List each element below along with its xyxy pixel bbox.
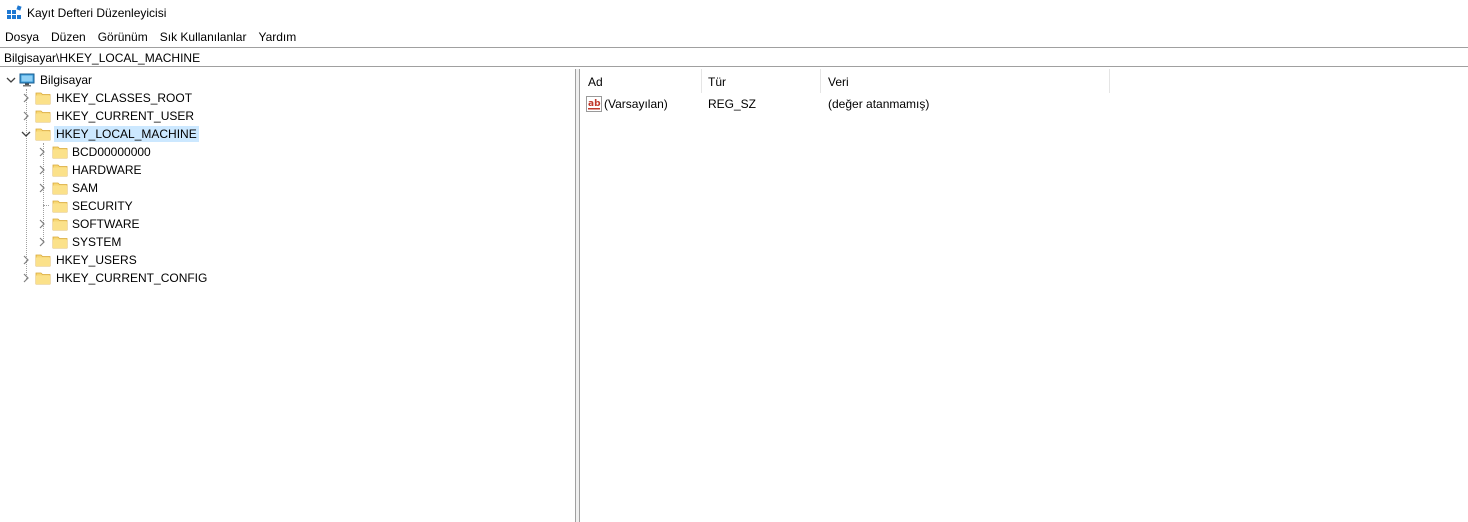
tree-label-hardware: HARDWARE (72, 163, 142, 177)
folder-icon (52, 218, 68, 231)
menu-dosya[interactable]: Dosya (0, 28, 46, 46)
tree-label-sam: SAM (72, 181, 99, 195)
column-header-type[interactable]: Tür (700, 69, 821, 93)
tree-line (43, 205, 49, 206)
tree-label-hkcu: HKEY_CURRENT_USER (56, 109, 195, 123)
menu-gorunum[interactable]: Görünüm (93, 28, 155, 46)
folder-open-icon (35, 128, 51, 141)
tree-label-hkcc: HKEY_CURRENT_CONFIG (56, 271, 208, 285)
chevron-right-icon[interactable] (21, 273, 31, 283)
menu-yardim[interactable]: Yardım (253, 28, 303, 46)
menu-sik-kullanilanlar[interactable]: Sık Kullanılanlar (155, 28, 254, 46)
chevron-right-icon[interactable] (37, 237, 47, 247)
address-bar[interactable]: Bilgisayar\HKEY_LOCAL_MACHINE (0, 47, 1468, 67)
chevron-right-icon[interactable] (37, 219, 47, 229)
folder-icon (52, 182, 68, 195)
tree-label-hkcr: HKEY_CLASSES_ROOT (56, 91, 193, 105)
chevron-down-icon[interactable] (21, 129, 31, 139)
tree-label-hklm: HKEY_LOCAL_MACHINE (54, 126, 199, 142)
value-data: (değer atanmamış) (828, 97, 930, 111)
tree-label-software: SOFTWARE (72, 217, 140, 231)
folder-icon (35, 272, 51, 285)
registry-editor-icon (7, 5, 22, 19)
tree-label-system: SYSTEM (72, 235, 122, 249)
column-header-data[interactable]: Veri (820, 69, 1110, 93)
window-title: Kayıt Defteri Düzenleyicisi (27, 6, 167, 20)
folder-icon (52, 146, 68, 159)
folder-icon (52, 200, 68, 213)
folder-icon (35, 254, 51, 267)
folder-icon (35, 110, 51, 123)
tree-label-bcd: BCD00000000 (72, 145, 151, 159)
tree-label-computer: Bilgisayar (40, 73, 93, 87)
string-value-icon: ab (586, 96, 602, 112)
chevron-down-icon[interactable] (6, 75, 16, 85)
menu-bar: Dosya Düzen Görünüm Sık Kullanılanlar Ya… (0, 28, 1468, 46)
table-row[interactable]: ab (Varsayılan) REG_SZ (değer atanmamış) (580, 95, 1140, 113)
menu-duzen[interactable]: Düzen (46, 28, 93, 46)
address-path[interactable]: Bilgisayar\HKEY_LOCAL_MACHINE (4, 51, 200, 65)
svg-text:ab: ab (588, 99, 601, 109)
chevron-right-icon[interactable] (21, 111, 31, 121)
folder-icon (52, 164, 68, 177)
tree-label-hku: HKEY_USERS (56, 253, 137, 267)
chevron-right-icon[interactable] (21, 93, 31, 103)
column-header-name[interactable]: Ad (580, 69, 702, 93)
chevron-right-icon[interactable] (37, 183, 47, 193)
value-name: (Varsayılan) (604, 97, 668, 111)
chevron-right-icon[interactable] (37, 147, 47, 157)
tree-label-security: SECURITY (72, 199, 133, 213)
chevron-right-icon[interactable] (21, 255, 31, 265)
tree-pane[interactable]: Bilgisayar HKEY_CLASSES_ROOT HKEY_CURREN… (0, 69, 575, 522)
folder-icon (52, 236, 68, 249)
value-type: REG_SZ (708, 97, 757, 111)
values-list[interactable]: Ad Tür Veri ab (Varsayılan) REG_SZ (değe… (580, 69, 1468, 522)
computer-icon (19, 73, 35, 87)
title-bar: Kayıt Defteri Düzenleyicisi (0, 0, 1468, 26)
chevron-right-icon[interactable] (37, 165, 47, 175)
folder-icon (35, 92, 51, 105)
